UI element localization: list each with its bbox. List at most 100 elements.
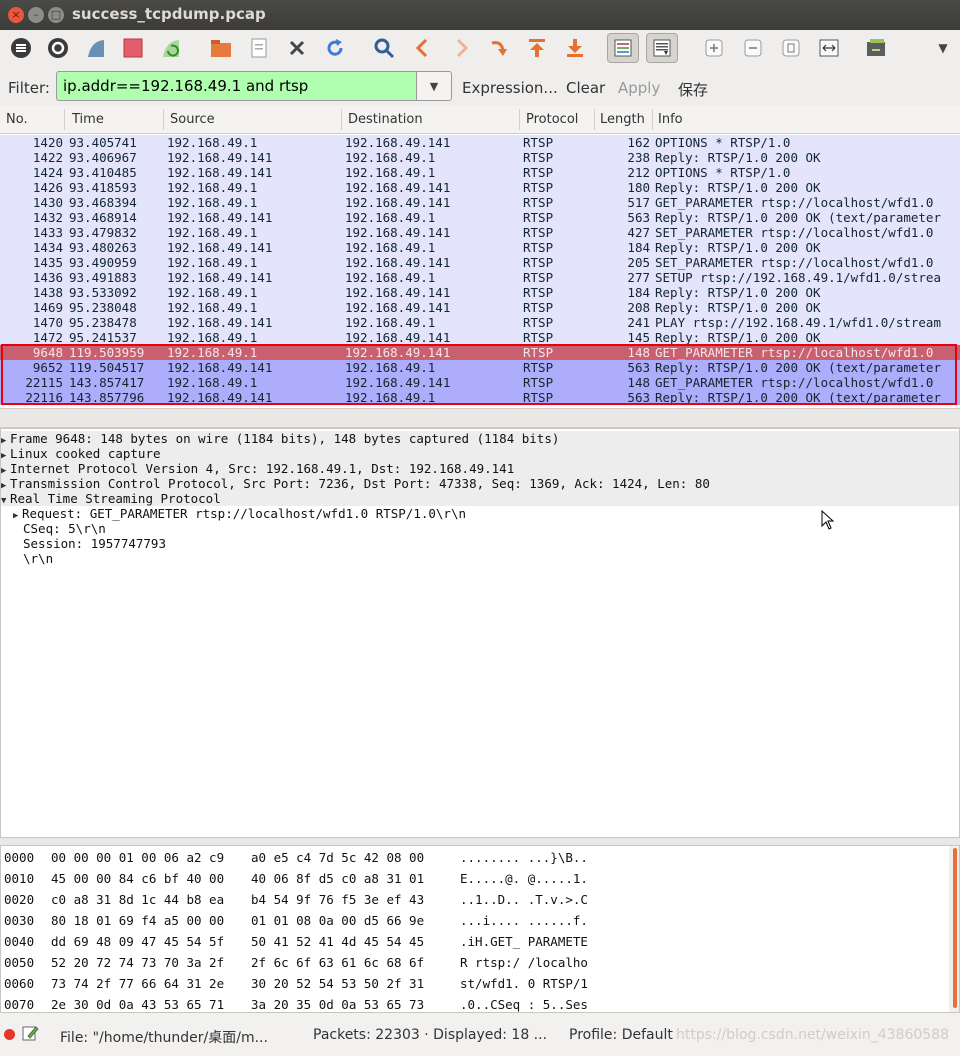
detail-row-rtsp[interactable]: ▼ Real Time Streaming Protocol (1, 491, 959, 506)
packet-row[interactable]: 1424 93.410485 192.168.49.141 192.168.49.1 R… (0, 165, 960, 180)
bytes-row[interactable]: 0030 80 18 01 69 f4 a5 00 00 01 01 08 0a 0… (1, 910, 941, 931)
toolbar-overflow-icon[interactable]: ▼ (930, 35, 956, 61)
apply-filter-button[interactable]: Apply (618, 79, 660, 97)
start-capture-icon[interactable] (83, 35, 109, 61)
cell-info: SETUP rtsp://192.168.49.1/wfd1.0/strea (655, 270, 941, 285)
open-file-icon[interactable] (208, 35, 234, 61)
detail-row-request[interactable]: ▶ Request: GET_PARAMETER rtsp://localhost… (13, 506, 960, 521)
interfaces-icon[interactable] (8, 35, 34, 61)
packet-row[interactable]: 1426 93.418593 192.168.49.1 192.168.49.141 R… (0, 180, 960, 195)
save-file-icon[interactable] (246, 35, 272, 61)
go-first-packet-icon[interactable] (524, 35, 550, 61)
stop-capture-icon[interactable] (120, 35, 146, 61)
cell-source: 192.168.49.1 (167, 345, 258, 360)
close-window-button[interactable]: × (8, 7, 24, 23)
packet-row[interactable]: 1472 95.241537 192.168.49.1 192.168.49.141 R… (0, 330, 960, 345)
minimize-window-button[interactable]: – (28, 7, 44, 23)
packet-details[interactable]: ▶ Frame 9648: 148 bytes on wire (1184 bit… (0, 428, 960, 838)
cell-no: 1430 (32, 195, 63, 210)
restart-capture-icon[interactable] (158, 35, 184, 61)
capture-comment-icon[interactable] (21, 1024, 39, 1042)
cell-no: 22115 (25, 375, 63, 390)
bytes-row[interactable]: 0050 52 20 72 74 73 70 3a 2f 2f 6c 6f 63 6… (1, 952, 941, 973)
column-header-info[interactable]: Info (658, 112, 683, 127)
cell-time: 93.410485 (69, 165, 137, 180)
packet-bytes[interactable]: 0000 00 00 00 01 00 06 a2 c9 a0 e5 c4 7d 5… (0, 845, 960, 1013)
packet-row[interactable]: 1430 93.468394 192.168.49.1 192.168.49.141 R… (0, 195, 960, 210)
detail-row-session[interactable]: Session: 1957747793 (23, 536, 960, 551)
save-filter-button[interactable]: 保存 (678, 79, 708, 100)
expression-button[interactable]: Expression... (462, 79, 558, 97)
reload-icon[interactable] (322, 35, 348, 61)
detail-row-ipv4[interactable]: ▶ Internet Protocol Version 4, Src: 192.1… (1, 461, 959, 476)
bytes-scrollbar[interactable] (949, 846, 959, 1012)
cell-destination: 192.168.49.1 (345, 390, 436, 405)
detail-row-linux-cooked[interactable]: ▶ Linux cooked capture (1, 446, 959, 461)
expand-arrow-icon[interactable]: ▶ (13, 509, 22, 524)
bytes-row[interactable]: 0000 00 00 00 01 00 06 a2 c9 a0 e5 c4 7d 5… (1, 847, 941, 868)
zoom-out-icon[interactable] (740, 35, 766, 61)
cell-destination: 192.168.49.1 (345, 315, 436, 330)
byte-hex-left: 2e 30 0d 0a 43 53 65 71 (51, 997, 225, 1012)
bytes-scrollbar-thumb[interactable] (953, 848, 957, 1008)
column-header-destination[interactable]: Destination (348, 112, 423, 127)
bytes-row[interactable]: 0020 c0 a8 31 8d 1c 44 b8 ea b4 54 9f 76 f… (1, 889, 941, 910)
expert-info-icon[interactable] (4, 1029, 15, 1040)
detail-row-frame[interactable]: ▶ Frame 9648: 148 bytes on wire (1184 bit… (1, 431, 959, 446)
packet-list[interactable]: No. Time Source Destination Protocol Len… (0, 106, 960, 408)
cell-source: 192.168.49.141 (167, 270, 273, 285)
packet-row[interactable]: 1438 93.533092 192.168.49.1 192.168.49.141 R… (0, 285, 960, 300)
capture-filters-icon[interactable] (864, 35, 890, 61)
capture-options-icon[interactable] (45, 35, 71, 61)
packet-row[interactable]: 22116 143.857796 192.168.49.141 192.168.49.… (0, 390, 960, 405)
auto-scroll-icon[interactable] (646, 33, 678, 63)
go-last-packet-icon[interactable] (562, 35, 588, 61)
resize-columns-icon[interactable] (816, 35, 842, 61)
zoom-in-icon[interactable] (701, 35, 727, 61)
packet-row[interactable]: 22115 143.857417 192.168.49.1 192.168.49.14… (0, 375, 960, 390)
clear-filter-button[interactable]: Clear (566, 79, 605, 97)
cell-source: 192.168.49.1 (167, 300, 258, 315)
column-header-length[interactable]: Length (600, 112, 645, 127)
colorize-icon[interactable] (607, 33, 639, 63)
packet-row[interactable]: 1420 93.405741 192.168.49.1 192.168.49.141 R… (0, 135, 960, 150)
packet-row[interactable]: 1436 93.491883 192.168.49.141 192.168.49.1 R… (0, 270, 960, 285)
bytes-row[interactable]: 0060 73 74 2f 77 66 64 31 2e 30 20 52 54 5… (1, 973, 941, 994)
packet-row[interactable]: 1469 95.238048 192.168.49.1 192.168.49.141 R… (0, 300, 960, 315)
pane-splitter[interactable] (0, 408, 960, 428)
packet-row[interactable]: 1432 93.468914 192.168.49.141 192.168.49.1 R… (0, 210, 960, 225)
column-header-protocol[interactable]: Protocol (526, 112, 578, 127)
detail-row-tcp[interactable]: ▶ Transmission Control Protocol, Src Port… (1, 476, 959, 491)
go-forward-icon[interactable] (448, 35, 474, 61)
display-filter-input[interactable] (56, 71, 416, 101)
bytes-row[interactable]: 0040 dd 69 48 09 47 45 54 5f 50 41 52 41 4… (1, 931, 941, 952)
packet-row[interactable]: 1434 93.480263 192.168.49.141 192.168.49.1 R… (0, 240, 960, 255)
detail-row-crlf[interactable]: \r\n (23, 551, 960, 566)
packet-row[interactable]: 9648 119.503959 192.168.49.1 192.168.49.141… (0, 345, 960, 360)
close-file-icon[interactable] (284, 35, 310, 61)
column-header-time[interactable]: Time (72, 112, 104, 127)
cell-destination: 192.168.49.141 (345, 225, 451, 240)
normal-size-icon[interactable] (778, 35, 804, 61)
column-header-no[interactable]: No. (6, 112, 28, 127)
packet-row[interactable]: 1435 93.490959 192.168.49.1 192.168.49.141 R… (0, 255, 960, 270)
packet-row[interactable]: 1422 93.406967 192.168.49.141 192.168.49.1 R… (0, 150, 960, 165)
cell-length: 517 (627, 195, 650, 210)
go-to-packet-icon[interactable] (486, 35, 512, 61)
go-back-icon[interactable] (410, 35, 436, 61)
filter-history-dropdown[interactable]: ▼ (416, 71, 452, 101)
find-packet-icon[interactable] (371, 35, 397, 61)
column-header-source[interactable]: Source (170, 112, 215, 127)
bytes-row[interactable]: 0070 2e 30 0d 0a 43 53 65 71 3a 20 35 0d 0… (1, 994, 941, 1012)
packet-row[interactable]: 9652 119.504517 192.168.49.141 192.168.49.1… (0, 360, 960, 375)
status-file[interactable]: File: "/home/thunder/桌面/m... (60, 1027, 268, 1047)
status-profile[interactable]: Profile: Default (569, 1027, 673, 1043)
pane-splitter-bytes[interactable] (0, 838, 960, 845)
bytes-row[interactable]: 0010 45 00 00 84 c6 bf 40 00 40 06 8f d5 c… (1, 868, 941, 889)
maximize-window-button[interactable]: □ (48, 7, 64, 23)
packet-row[interactable]: 1433 93.479832 192.168.49.1 192.168.49.141 R… (0, 225, 960, 240)
packet-row[interactable]: 1470 95.238478 192.168.49.141 192.168.49.1 R… (0, 315, 960, 330)
detail-row-cseq[interactable]: CSeq: 5\r\n (23, 521, 960, 536)
collapse-arrow-icon[interactable]: ▼ (1, 494, 10, 509)
cell-info: Reply: RTSP/1.0 200 OK (655, 150, 821, 165)
